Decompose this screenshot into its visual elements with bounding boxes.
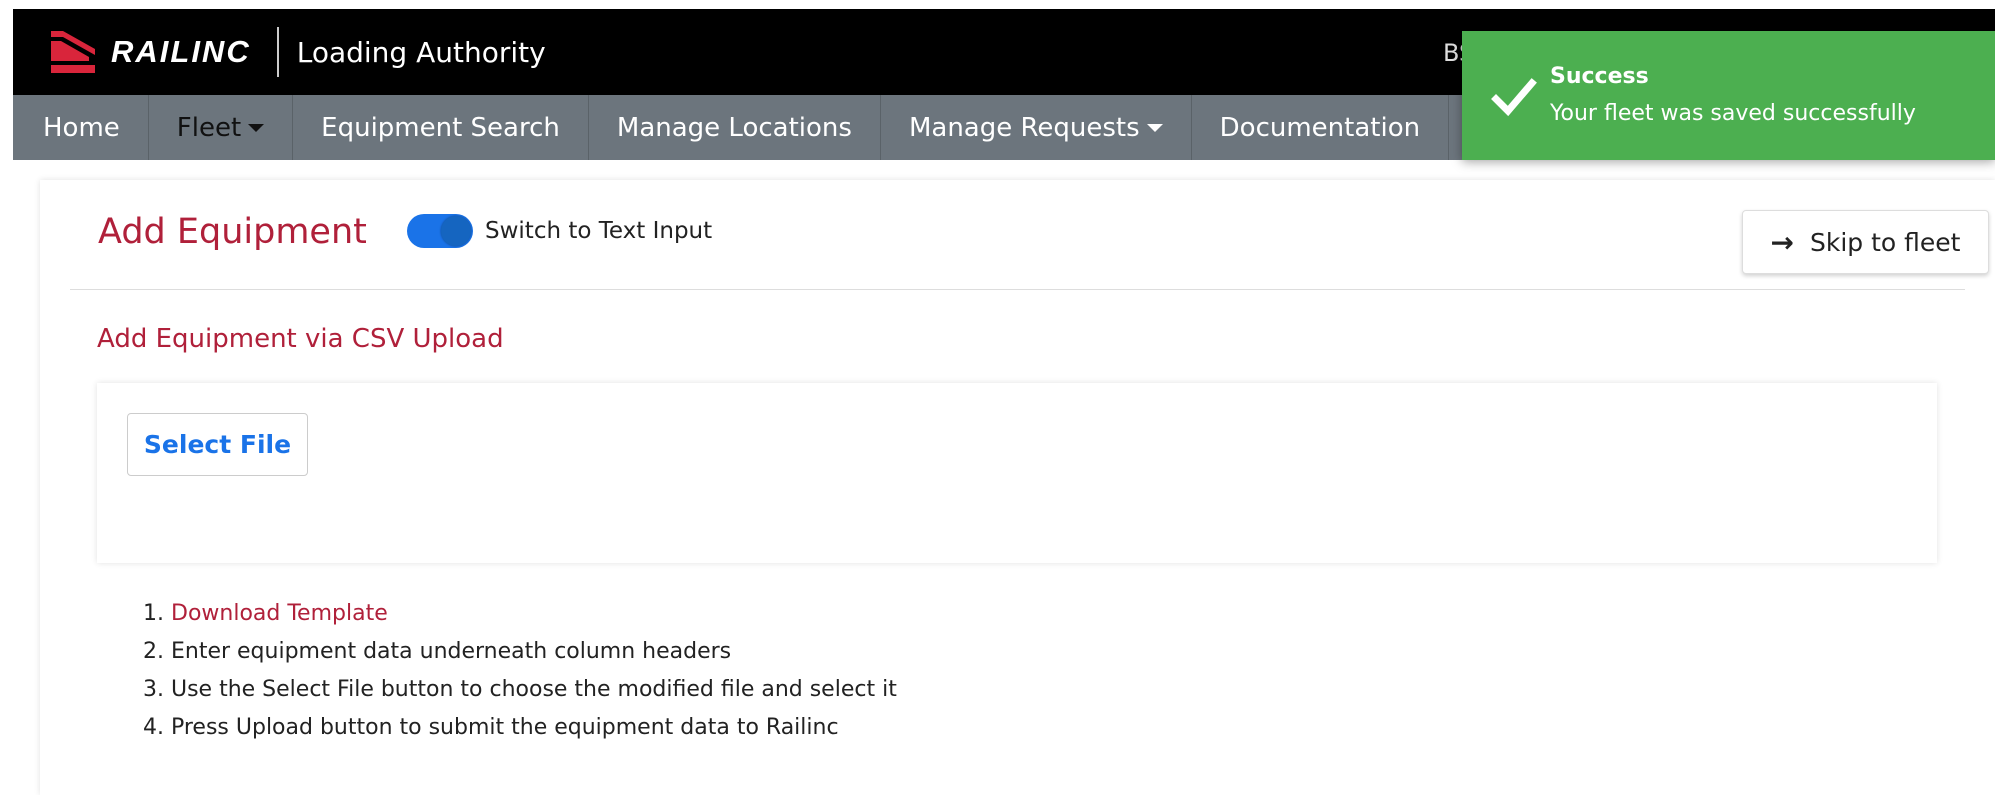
upload-box: Select File [97,383,1937,563]
app-title: Loading Authority [296,35,546,69]
card-header: Add Equipment Switch to Text Input → Ski… [70,180,1989,290]
nav-manage-locations[interactable]: Manage Locations [589,95,881,160]
toast-title: Success [1550,64,1649,89]
step-2: 2. Enter equipment data underneath colum… [143,639,732,664]
success-toast[interactable]: Success Your fleet was saved successfull… [1462,31,1995,160]
skip-button-label: Skip to fleet [1810,227,1961,257]
nav-manage-requests[interactable]: Manage Requests [881,95,1192,160]
brand-name: RAILINC [111,34,251,69]
caret-down-icon [248,123,265,132]
download-template-link[interactable]: Download Template [171,601,388,626]
caret-down-icon [1146,123,1163,132]
toast-message: Your fleet was saved successfully [1550,101,1916,126]
text-input-toggle[interactable] [407,214,473,248]
nav-label: Manage Locations [616,112,852,143]
nav-label: Equipment Search [321,112,560,143]
nav-label: Home [43,112,120,143]
section-title: Add Equipment via CSV Upload [97,324,504,354]
nav-label: Fleet [176,112,242,143]
add-equipment-card: Add Equipment Switch to Text Input → Ski… [40,180,1995,795]
instructions-list: 1. Download Template 2. Enter equipment … [143,595,897,747]
skip-to-fleet-button[interactable]: → Skip to fleet [1742,210,1989,274]
railinc-logo-icon [51,31,95,73]
checkmark-icon [1491,78,1537,117]
page-title: Add Equipment [98,212,367,252]
step-1: 1. Download Template [143,595,897,633]
nav-equipment-search[interactable]: Equipment Search [293,95,589,160]
nav-fleet[interactable]: Fleet [148,95,294,160]
nav-home[interactable]: Home [13,95,149,160]
step-4: 4. Press Upload button to submit the equ… [143,715,839,740]
arrow-right-icon: → [1770,225,1794,259]
step-number: 1. [143,601,164,626]
nav-label: Documentation [1219,112,1421,143]
nav-documentation[interactable]: Documentation [1192,95,1450,160]
toggle-label: Switch to Text Input [485,218,713,244]
brand-divider [276,27,279,77]
nav-label: Manage Requests [908,112,1140,143]
step-3: 3. Use the Select File button to choose … [143,677,897,702]
brand[interactable]: RAILINC Loading Authority [51,27,546,77]
select-file-button[interactable]: Select File [127,413,308,476]
